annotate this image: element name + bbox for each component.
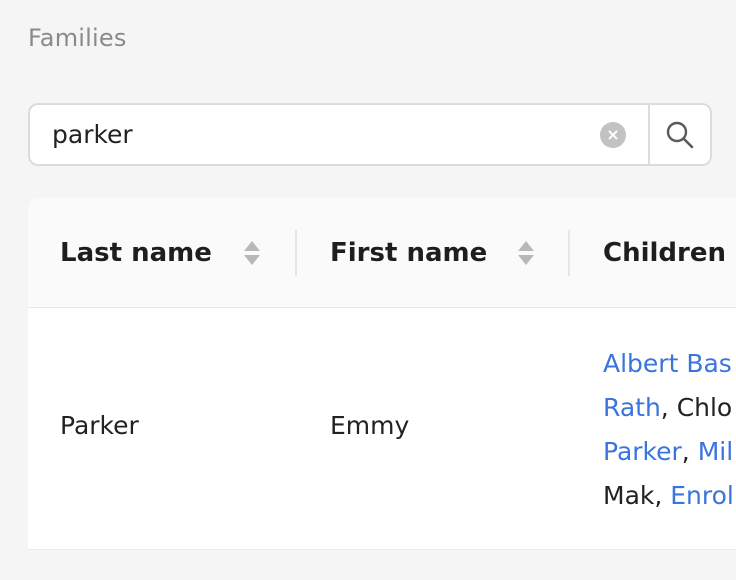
search-icon [666, 121, 694, 148]
column-header-label: First name [330, 238, 488, 268]
search-button[interactable] [648, 105, 710, 164]
column-header-label: Last name [60, 238, 212, 268]
child-link[interactable]: Albert Bas [603, 349, 732, 378]
children-line: Parker, Mil [603, 430, 736, 474]
families-table: Last name First name Children Parker Emm… [28, 198, 736, 550]
column-header-label: Children [603, 238, 726, 268]
table-row[interactable]: Parker Emmy Albert Bas Rath, Chlo Parker, … [28, 308, 736, 550]
children-cell: Albert Bas Rath, Chlo Parker, Mil Mak, Enro… [603, 342, 736, 518]
sort-icon[interactable] [517, 239, 535, 267]
search-input[interactable] [30, 105, 600, 164]
last-name-cell: Parker [60, 411, 139, 440]
families-page: Families × Last name First name [0, 0, 736, 580]
column-header-first-name[interactable]: First name [330, 198, 487, 308]
table-header: Last name First name Children [28, 198, 736, 308]
column-header-last-name[interactable]: Last name [60, 198, 212, 308]
page-title: Families [28, 24, 127, 52]
sort-icon[interactable] [243, 239, 261, 267]
child-text: Mak, [603, 481, 671, 510]
children-line: Albert Bas [603, 342, 736, 386]
child-text: , [681, 437, 698, 466]
first-name-cell: Emmy [330, 411, 410, 440]
child-text: , Chlo [660, 393, 733, 422]
child-link[interactable]: Parker [603, 437, 682, 466]
child-link[interactable]: Mil [698, 437, 733, 466]
column-divider [295, 230, 297, 276]
child-link[interactable]: Enrol [670, 481, 734, 510]
column-header-children: Children [603, 198, 726, 308]
search-bar: × [28, 103, 712, 166]
children-line: Mak, Enrol [603, 474, 736, 518]
clear-search-icon[interactable]: × [600, 121, 626, 148]
children-line: Rath, Chlo [603, 386, 736, 430]
child-link[interactable]: Rath [603, 393, 661, 422]
column-divider [568, 230, 570, 276]
